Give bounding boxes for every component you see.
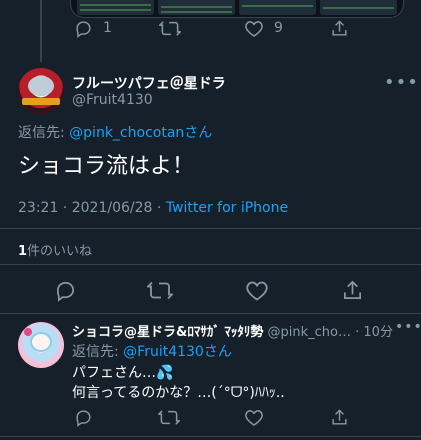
tweet-date: 2021/06/28 xyxy=(71,200,153,216)
reply-tweet-actions xyxy=(0,406,421,428)
meta-dot: · xyxy=(351,325,364,340)
reply-suffix: さん xyxy=(203,344,232,360)
like-icon xyxy=(246,281,268,301)
preview-image[interactable] xyxy=(239,0,316,15)
quoted-images-preview[interactable] xyxy=(70,0,404,18)
share-button[interactable] xyxy=(341,279,364,302)
tweet-text-line-1: パフェさん…💦 xyxy=(72,365,174,381)
reply-icon xyxy=(76,20,91,38)
thread-line xyxy=(40,0,42,62)
more-options-button[interactable]: ••• xyxy=(395,319,421,335)
reply-context: 返信先: @pink_chocotanさん xyxy=(18,122,212,142)
tweet-thread-view: 1 9 フルーツパフェ＠星ドラ @Fruit4130 ••• 返信先: @pin… xyxy=(0,0,421,440)
divider xyxy=(0,228,421,229)
retweet-icon xyxy=(159,20,181,36)
retweet-icon xyxy=(158,409,180,425)
meta-dot: · xyxy=(152,200,166,216)
like-button[interactable]: 9 xyxy=(244,19,283,38)
preview-image[interactable] xyxy=(77,0,154,15)
reply-button[interactable]: 1 xyxy=(74,19,112,38)
reply-suffix: さん xyxy=(184,125,213,141)
main-tweet-actions xyxy=(0,276,421,304)
tweet-age: 10分 xyxy=(363,325,393,340)
like-button[interactable] xyxy=(244,408,264,427)
like-count: 9 xyxy=(274,20,283,36)
share-button[interactable] xyxy=(330,408,349,427)
reply-count: 1 xyxy=(103,20,112,36)
avatar[interactable] xyxy=(18,68,64,114)
retweet-icon xyxy=(147,281,173,299)
share-icon xyxy=(332,408,347,425)
preview-image[interactable] xyxy=(320,0,397,15)
preview-image[interactable] xyxy=(158,0,235,15)
user-handle[interactable]: @Fruit4130 xyxy=(72,92,153,108)
tweet-text-line-2: 何言ってるのかな？…(´°ᗜ°)ﾊﾊｯ.. xyxy=(72,385,285,401)
user-handle[interactable]: @pink_cho… xyxy=(268,325,351,340)
reply-context: 返信先: @Fruit4130さん xyxy=(72,341,232,361)
divider xyxy=(0,313,421,314)
retweet-button[interactable] xyxy=(147,279,173,302)
tweet-time: 23:21 xyxy=(18,200,59,216)
like-icon xyxy=(245,409,263,426)
divider xyxy=(0,436,421,437)
more-options-button[interactable]: ••• xyxy=(384,72,419,93)
display-name[interactable]: フルーツパフェ＠星ドラ xyxy=(72,73,226,93)
display-name[interactable]: ショコラ@星ドラ&ﾛﾏｻｶﾞ ﾏｯﾀﾘ勢 xyxy=(72,325,263,340)
retweet-button[interactable] xyxy=(159,19,181,38)
tweet-source[interactable]: Twitter for iPhone xyxy=(166,200,288,216)
share-button[interactable] xyxy=(330,19,349,38)
meta-dot: · xyxy=(58,200,72,216)
retweet-button[interactable] xyxy=(158,408,180,427)
avatar[interactable] xyxy=(18,322,64,368)
tweet-meta: 23:21 · 2021/06/28 · Twitter for iPhone xyxy=(18,200,288,216)
reply-to-link[interactable]: @pink_chocotan xyxy=(69,125,184,141)
reply-to-link[interactable]: @Fruit4130 xyxy=(123,344,204,360)
tweet-text: ショコラ流はよ！ xyxy=(18,154,195,179)
reply-button[interactable] xyxy=(74,408,93,427)
like-button[interactable] xyxy=(245,279,269,302)
share-icon xyxy=(332,19,347,36)
divider xyxy=(0,264,421,265)
likes-summary[interactable]: 1件のいいね xyxy=(18,240,92,259)
reply-header: ショコラ@星ドラ&ﾛﾏｻｶﾞ ﾏｯﾀﾘ勢 @pink_cho… · 10分 xyxy=(72,321,393,340)
like-icon xyxy=(245,20,263,37)
reply-icon xyxy=(76,409,91,427)
reply-prefix: 返信先: xyxy=(18,125,70,141)
reply-button[interactable] xyxy=(54,279,77,302)
reply-icon xyxy=(56,281,75,302)
reply-prefix: 返信先: xyxy=(72,344,124,360)
likes-label: 件のいいね xyxy=(27,244,93,259)
likes-count: 1 xyxy=(18,244,28,259)
share-icon xyxy=(343,280,362,299)
